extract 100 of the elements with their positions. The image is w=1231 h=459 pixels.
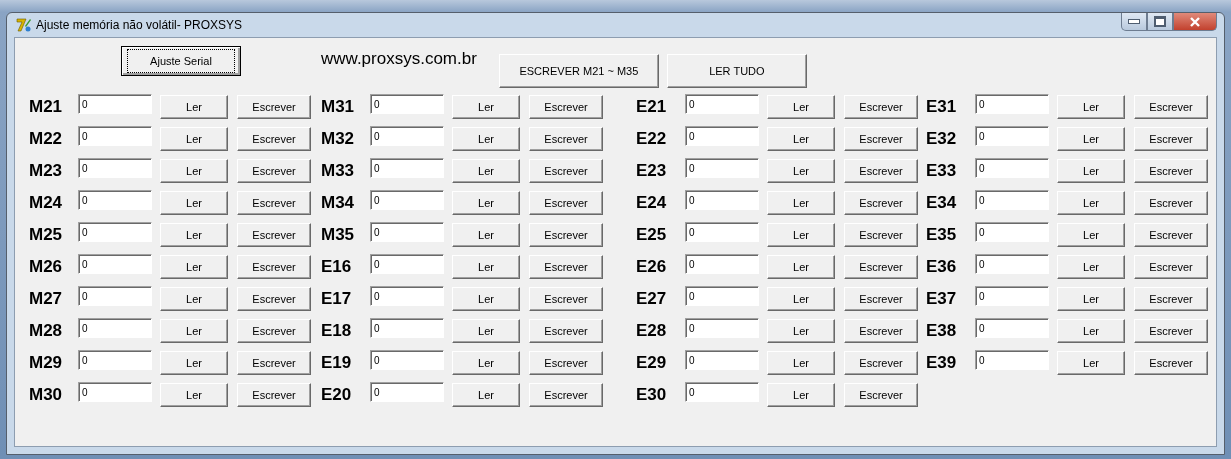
- read-button[interactable]: Ler: [452, 382, 520, 407]
- value-field[interactable]: 0: [685, 318, 759, 338]
- write-button[interactable]: Escrever: [529, 222, 603, 247]
- value-field[interactable]: 0: [975, 126, 1049, 146]
- value-field[interactable]: 0: [975, 254, 1049, 274]
- write-button[interactable]: Escrever: [529, 158, 603, 183]
- minimize-icon[interactable]: [1121, 13, 1147, 31]
- write-button[interactable]: Escrever: [844, 94, 918, 119]
- write-button[interactable]: Escrever: [1134, 190, 1208, 215]
- write-button[interactable]: Escrever: [844, 382, 918, 407]
- value-field[interactable]: 0: [370, 254, 444, 274]
- write-button[interactable]: Escrever: [237, 286, 311, 311]
- read-button[interactable]: Ler: [767, 126, 835, 151]
- value-field[interactable]: 0: [78, 190, 152, 210]
- read-button[interactable]: Ler: [1057, 350, 1125, 375]
- value-field[interactable]: 0: [685, 286, 759, 306]
- read-button[interactable]: Ler: [767, 350, 835, 375]
- value-field[interactable]: 0: [975, 158, 1049, 178]
- read-button[interactable]: Ler: [452, 222, 520, 247]
- value-field[interactable]: 0: [78, 318, 152, 338]
- value-field[interactable]: 0: [370, 222, 444, 242]
- read-button[interactable]: Ler: [452, 158, 520, 183]
- value-field[interactable]: 0: [685, 158, 759, 178]
- read-button[interactable]: Ler: [160, 190, 228, 215]
- value-field[interactable]: 0: [975, 94, 1049, 114]
- serial-settings-button[interactable]: Ajuste Serial: [121, 46, 241, 76]
- write-button[interactable]: Escrever: [237, 222, 311, 247]
- value-field[interactable]: 0: [370, 286, 444, 306]
- value-field[interactable]: 0: [370, 382, 444, 402]
- value-field[interactable]: 0: [685, 190, 759, 210]
- read-button[interactable]: Ler: [1057, 222, 1125, 247]
- value-field[interactable]: 0: [370, 350, 444, 370]
- value-field[interactable]: 0: [370, 318, 444, 338]
- value-field[interactable]: 0: [685, 254, 759, 274]
- read-button[interactable]: Ler: [452, 318, 520, 343]
- write-button[interactable]: Escrever: [844, 318, 918, 343]
- write-button[interactable]: Escrever: [529, 126, 603, 151]
- write-button[interactable]: Escrever: [237, 158, 311, 183]
- read-button[interactable]: Ler: [452, 94, 520, 119]
- value-field[interactable]: 0: [975, 286, 1049, 306]
- write-button[interactable]: Escrever: [529, 318, 603, 343]
- read-all-button[interactable]: LER TUDO: [666, 54, 807, 88]
- value-field[interactable]: 0: [78, 254, 152, 274]
- maximize-icon[interactable]: [1147, 13, 1173, 31]
- read-button[interactable]: Ler: [160, 350, 228, 375]
- read-button[interactable]: Ler: [452, 126, 520, 151]
- read-button[interactable]: Ler: [1057, 94, 1125, 119]
- value-field[interactable]: 0: [370, 190, 444, 210]
- read-button[interactable]: Ler: [767, 222, 835, 247]
- write-button[interactable]: Escrever: [237, 126, 311, 151]
- write-button[interactable]: Escrever: [237, 254, 311, 279]
- write-button[interactable]: Escrever: [844, 190, 918, 215]
- read-button[interactable]: Ler: [160, 286, 228, 311]
- close-icon[interactable]: [1173, 13, 1217, 31]
- read-button[interactable]: Ler: [160, 94, 228, 119]
- value-field[interactable]: 0: [370, 158, 444, 178]
- write-button[interactable]: Escrever: [1134, 222, 1208, 247]
- write-button[interactable]: Escrever: [1134, 158, 1208, 183]
- value-field[interactable]: 0: [975, 222, 1049, 242]
- write-button[interactable]: Escrever: [237, 350, 311, 375]
- read-button[interactable]: Ler: [767, 190, 835, 215]
- read-button[interactable]: Ler: [160, 254, 228, 279]
- write-button[interactable]: Escrever: [844, 286, 918, 311]
- read-button[interactable]: Ler: [452, 350, 520, 375]
- write-button[interactable]: Escrever: [1134, 126, 1208, 151]
- write-button[interactable]: Escrever: [237, 382, 311, 407]
- write-button[interactable]: Escrever: [844, 350, 918, 375]
- read-button[interactable]: Ler: [767, 286, 835, 311]
- read-button[interactable]: Ler: [160, 158, 228, 183]
- read-button[interactable]: Ler: [1057, 158, 1125, 183]
- write-button[interactable]: Escrever: [1134, 94, 1208, 119]
- write-button[interactable]: Escrever: [844, 254, 918, 279]
- value-field[interactable]: 0: [685, 94, 759, 114]
- read-button[interactable]: Ler: [767, 382, 835, 407]
- read-button[interactable]: Ler: [160, 126, 228, 151]
- write-button[interactable]: Escrever: [844, 158, 918, 183]
- read-button[interactable]: Ler: [160, 222, 228, 247]
- value-field[interactable]: 0: [975, 350, 1049, 370]
- value-field[interactable]: 0: [370, 94, 444, 114]
- write-all-button[interactable]: ESCREVER M21 ~ M35: [498, 54, 659, 88]
- value-field[interactable]: 0: [685, 222, 759, 242]
- write-button[interactable]: Escrever: [237, 190, 311, 215]
- value-field[interactable]: 0: [685, 350, 759, 370]
- read-button[interactable]: Ler: [767, 158, 835, 183]
- read-button[interactable]: Ler: [160, 382, 228, 407]
- value-field[interactable]: 0: [975, 190, 1049, 210]
- read-button[interactable]: Ler: [1057, 126, 1125, 151]
- value-field[interactable]: 0: [78, 382, 152, 402]
- write-button[interactable]: Escrever: [1134, 286, 1208, 311]
- write-button[interactable]: Escrever: [844, 222, 918, 247]
- write-button[interactable]: Escrever: [529, 254, 603, 279]
- write-button[interactable]: Escrever: [844, 126, 918, 151]
- read-button[interactable]: Ler: [767, 94, 835, 119]
- write-button[interactable]: Escrever: [529, 94, 603, 119]
- read-button[interactable]: Ler: [452, 190, 520, 215]
- write-button[interactable]: Escrever: [1134, 254, 1208, 279]
- value-field[interactable]: 0: [78, 286, 152, 306]
- value-field[interactable]: 0: [78, 126, 152, 146]
- value-field[interactable]: 0: [78, 222, 152, 242]
- read-button[interactable]: Ler: [452, 254, 520, 279]
